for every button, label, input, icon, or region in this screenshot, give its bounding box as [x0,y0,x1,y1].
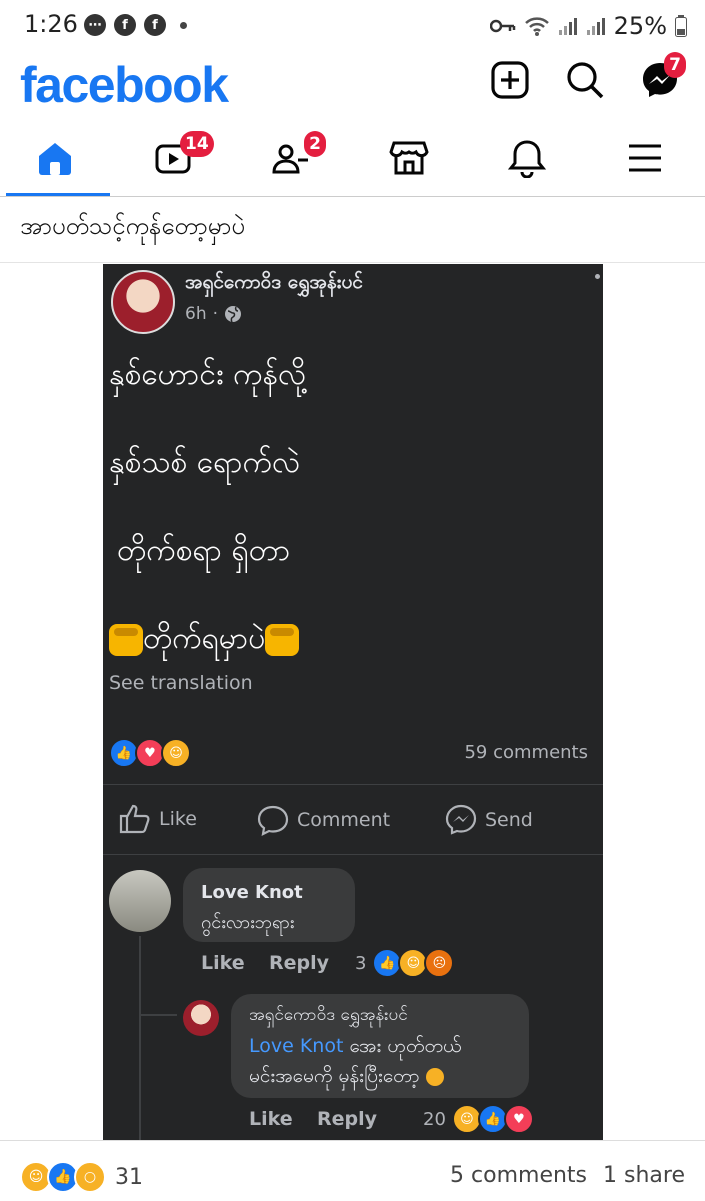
care-reaction-icon: ☺ [161,738,191,768]
mention-link[interactable]: Love Knot [249,1035,343,1057]
wow-reaction-icon: ○ [74,1161,106,1193]
reply-text-2: မင်းအမေကို မှန်းပြီးတော့ [249,1065,420,1087]
separator-2 [103,854,603,855]
more-notifications-dot [180,21,187,29]
tab-home[interactable] [0,122,110,196]
post-caption: အာပတ်သင့်ကုန်တော့မှာပဲ [20,212,245,240]
fist-emoji-icon [109,623,143,656]
signal-icon-2 [586,18,605,35]
facebook-notification-icon: f [114,14,136,36]
post-line-4: တိုက်ရမှာပဲ [143,621,266,656]
post-line-1: နှစ်ဟောင်း ကုန်လို့ [109,357,307,392]
fist-emoji-icon-2 [265,623,300,656]
status-bar: 1:26 ⋯ f f 25% [0,0,705,52]
signal-icon [558,18,577,35]
laughing-emoji-icon [425,1067,444,1086]
reply-reply-button[interactable]: Reply [317,1108,377,1130]
comment-text: ဂွင်းလားဘုရား [201,912,295,933]
battery-percent: 25% [613,12,667,40]
comments-count[interactable]: 59 comments [464,742,588,763]
post-author-name[interactable]: အရှင်ကောဝိဒ ရွှေအုန်းပင် [185,270,363,298]
footer-shares-count[interactable]: 1 share [603,1163,685,1188]
comment-icon [257,805,289,836]
notification-icons: ⋯ f f [84,14,187,36]
footer-reactions[interactable]: ☺ 👍 ○ 31 [20,1161,143,1193]
messenger-button[interactable]: 7 [638,52,686,102]
reply-text-1: အေး ဟုတ်တယ် [349,1035,462,1057]
tab-video[interactable]: 14 [118,122,228,194]
more-options-icon[interactable] [595,274,600,279]
shared-post-screenshot[interactable]: အရှင်ကောဝိဒ ရွှေအုန်းပင် 6h · နှစ်ဟောင်း… [103,264,603,1140]
messenger-send-icon [445,804,477,835]
separator [103,784,603,785]
post-footer: ☺ 👍 ○ 31 5 comments 1 share [0,1140,705,1201]
reactions-count: 31 [115,1164,143,1190]
status-right: 25% [489,12,687,40]
footer-stats: 5 comments 1 share [450,1163,685,1188]
comment-button[interactable]: Comment [257,804,390,836]
comment-reactions-count: 3 [355,952,367,974]
tab-notifications[interactable] [472,122,582,194]
reply-like-button[interactable]: Like [249,1108,293,1130]
comment-reactions[interactable]: 3 👍 ☺ ☹ [355,948,455,978]
author-avatar[interactable] [111,270,175,334]
love-reaction-icon: ♥ [503,1104,534,1134]
send-button[interactable]: Send [445,804,533,836]
comment-like-button[interactable]: Like [201,952,245,974]
footer-comments-count[interactable]: 5 comments [450,1163,587,1188]
battery-icon [675,15,687,37]
post-line-3: တိုက်စရာ ရှိတာ [117,533,291,568]
vpn-key-icon [489,19,515,33]
angry-reaction-icon: ☹ [424,948,455,978]
comment-author[interactable]: Love Knot [201,882,303,903]
globe-icon [225,306,241,323]
like-label: Like [159,808,197,830]
see-translation-link[interactable]: See translation [109,672,253,694]
divider [0,262,705,263]
main-tab-bar: 14 2 [0,122,705,197]
facebook-notification-icon-2: f [144,14,166,36]
friends-badge: 2 [304,131,326,157]
messenger-badge: 7 [664,52,686,78]
comment-label: Comment [297,809,391,831]
post-time: 6h [185,304,207,324]
video-badge: 14 [180,131,214,157]
reply-reactions-count: 20 [423,1108,446,1130]
app-header: facebook 7 [0,52,705,114]
post-line-2: နှစ်သစ် ရောက်လဲ [109,445,301,480]
reply-connector [141,1014,177,1016]
reply-author-avatar[interactable] [183,1000,219,1036]
wifi-icon [524,17,549,36]
tab-friends[interactable]: 2 [236,122,346,194]
create-button[interactable] [488,58,532,102]
reply-author[interactable]: အရှင်ကောဝိဒ ရွှေအုန်းပင် [249,1004,408,1029]
search-icon [567,62,604,99]
comment-reply-button[interactable]: Reply [269,952,329,974]
plus-square-icon [491,61,529,99]
hamburger-menu-icon [629,144,661,172]
messenger-notification-icon: ⋯ [84,14,106,36]
status-time: 1:26 [24,10,78,38]
commenter-avatar[interactable] [109,870,171,932]
meta-separator: · [212,304,218,324]
facebook-logo[interactable]: facebook [20,56,229,114]
home-icon [39,143,71,175]
like-button[interactable]: Like [119,804,197,834]
tab-menu[interactable] [590,122,700,194]
search-button[interactable] [563,58,607,102]
reply-thread-line [139,936,141,1140]
reply-bubble[interactable]: အရှင်ကောဝိဒ ရွှေအုန်းပင် Love Knot အေး ဟ… [231,994,529,1098]
bell-icon [507,140,547,178]
post-reactions[interactable]: 👍 ♥ ☺ [109,738,191,768]
comment-bubble[interactable]: Love Knot ဂွင်းလားဘုရား [183,868,355,942]
send-label: Send [485,809,533,831]
thumbs-up-icon [119,804,150,834]
tab-marketplace[interactable] [354,122,464,194]
reply-reactions[interactable]: 20 ☺ 👍 ♥ [423,1104,534,1134]
reply-line-1: Love Knot အေး ဟုတ်တယ် [249,1034,461,1062]
post-line-4-wrap: တိုက်ရမှာပဲ [109,618,300,663]
post-meta: 6h · [185,304,242,324]
reply-line-2: မင်းအမေကို မှန်းပြီးတော့ [249,1064,444,1092]
marketplace-icon [389,141,429,175]
